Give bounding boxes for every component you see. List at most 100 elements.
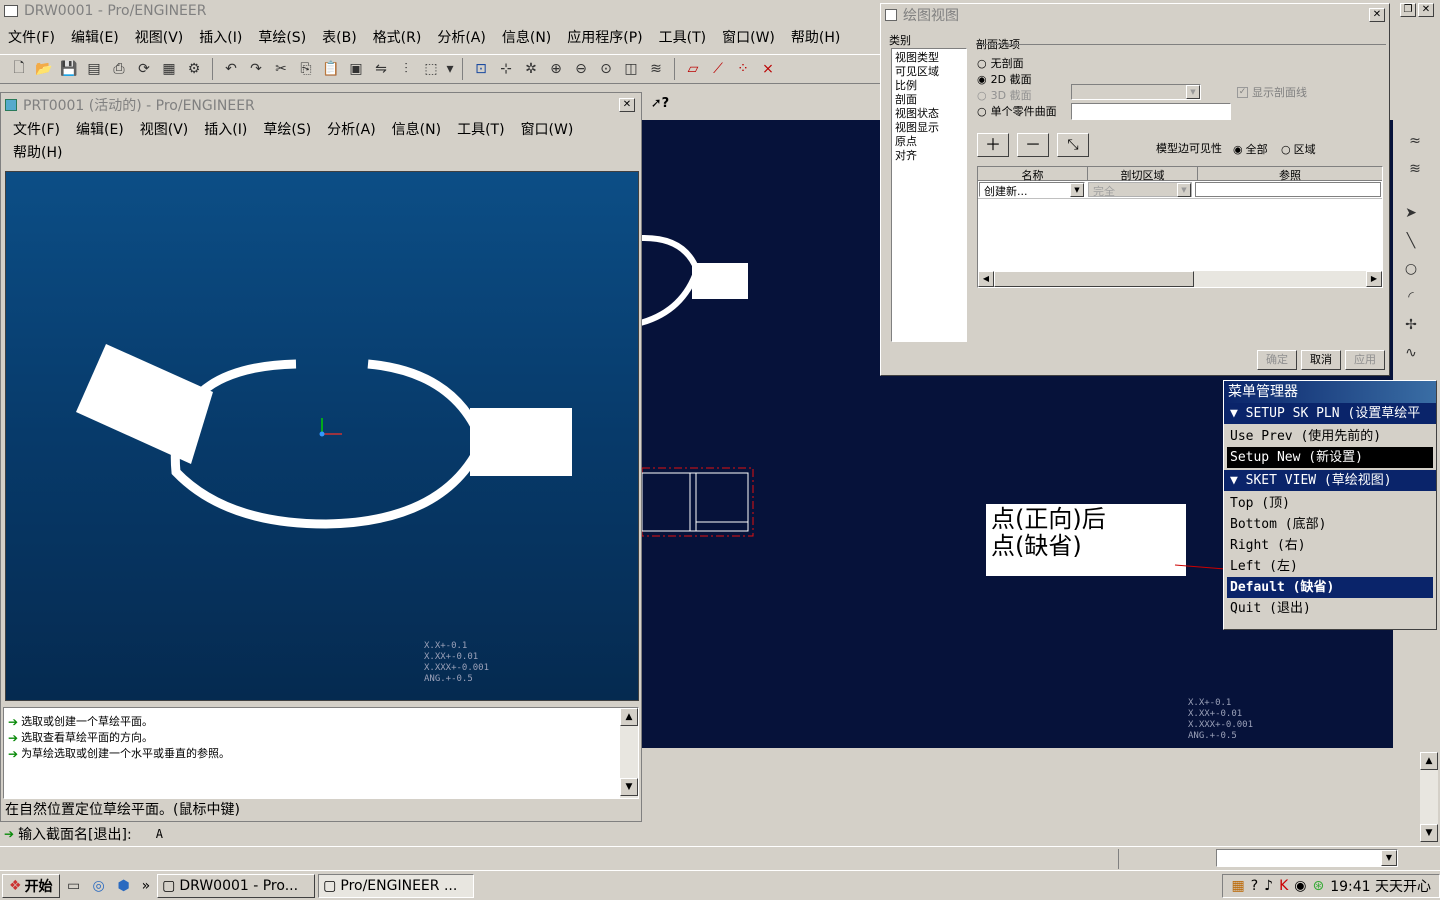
radio-no-section[interactable]: ○ 无剖面 <box>977 55 1024 71</box>
flip-section-button[interactable]: ⤡ <box>1057 133 1089 157</box>
part-close-icon[interactable]: ✕ <box>619 98 635 112</box>
circle-tool-icon[interactable]: ○ <box>1400 258 1422 280</box>
cancel-button[interactable]: 取消 <box>1301 350 1341 370</box>
part-menu-item-4[interactable]: 草绘(S) <box>255 119 319 139</box>
category-item[interactable]: 剖面 <box>895 93 963 107</box>
remove-section-button[interactable]: － <box>1017 133 1049 157</box>
antivirus-icon[interactable]: K <box>1279 878 1288 894</box>
part-viewport[interactable]: X.X+-0.1 X.XX+-0.01 X.XXX+-0.001 ANG.+-0… <box>5 171 639 701</box>
scroll-up-icon[interactable]: ▲ <box>1420 752 1438 770</box>
print-icon[interactable]: ⎙ <box>108 58 130 80</box>
menu-item-use-prev[interactable]: Use Prev (使用先前的) <box>1224 426 1436 447</box>
menu-item-default[interactable]: Default (缺省) <box>1227 577 1433 598</box>
sketch-tool-icon-2[interactable]: ≋ <box>1404 158 1426 180</box>
category-item[interactable]: 原点 <box>895 135 963 149</box>
msg-scroll-up-icon[interactable]: ▲ <box>620 708 638 726</box>
radio-vis-area[interactable]: ○ 区域 <box>1281 141 1316 157</box>
datum-point-icon[interactable]: ⁘ <box>732 58 754 80</box>
menu-item-bottom[interactable]: Bottom (底部) <box>1224 514 1436 535</box>
context-help-button[interactable]: ➚? <box>646 90 674 116</box>
menu-item-top[interactable]: Top (顶) <box>1224 493 1436 514</box>
filter-dropdown-arrow-icon[interactable]: ▼ <box>1381 850 1397 866</box>
copy-icon[interactable]: ⎘ <box>295 58 317 80</box>
category-item[interactable]: 比例 <box>895 79 963 93</box>
part-menu-item-3[interactable]: 插入(I) <box>196 119 255 139</box>
part-menu-item-0[interactable]: 文件(F) <box>5 119 68 139</box>
spline-tool-icon[interactable]: ∿ <box>1400 342 1422 364</box>
row-name-arrow-icon[interactable]: ▼ <box>1070 183 1084 197</box>
select-dropdown-icon[interactable]: ▾ <box>445 58 455 80</box>
zoom-in-icon[interactable]: ⊕ <box>545 58 567 80</box>
line-tool-icon[interactable]: ╲ <box>1400 230 1422 252</box>
part-menu-item-2[interactable]: 视图(V) <box>132 119 197 139</box>
main-menu-item-5[interactable]: 表(B) <box>314 27 365 47</box>
save-icon[interactable]: 💾 <box>58 58 80 80</box>
main-menu-item-12[interactable]: 帮助(H) <box>783 27 848 47</box>
point-tool-icon[interactable]: ✢ <box>1400 314 1422 336</box>
filter-dropdown[interactable]: ▼ <box>1216 849 1398 867</box>
menu-group-setup-sk-pln[interactable]: ▼ SETUP SK PLN (设置草绘平 <box>1224 403 1436 424</box>
help-tray-icon[interactable]: ? <box>1251 878 1258 894</box>
paste-icon[interactable]: 📋 <box>320 58 342 80</box>
redo-icon[interactable]: ↷ <box>245 58 267 80</box>
settings-icon[interactable]: ⚙ <box>183 58 205 80</box>
new-file-icon[interactable]: 🗋 <box>8 58 30 80</box>
menu-item-setup-new[interactable]: Setup New (新设置) <box>1227 447 1433 468</box>
volume-icon[interactable]: ♪ <box>1264 878 1273 894</box>
quicklaunch-chevron[interactable]: » <box>138 878 155 894</box>
section-name-input[interactable]: A <box>156 827 163 841</box>
part-menu2-item-0[interactable]: 帮助(H) <box>5 142 70 162</box>
main-menu-item-8[interactable]: 信息(N) <box>494 27 559 47</box>
start-button[interactable]: ❖ 开始 <box>2 873 60 898</box>
show-desktop-icon[interactable]: ▭ <box>63 875 85 897</box>
model-tree-icon[interactable]: ▦ <box>158 58 180 80</box>
spin-icon[interactable]: ✲ <box>520 58 542 80</box>
zoom-out-icon[interactable]: ⊖ <box>570 58 592 80</box>
part-menu-item-5[interactable]: 分析(A) <box>319 119 384 139</box>
datum-axis-icon[interactable]: ⟋ <box>707 58 729 80</box>
part-menu-item-1[interactable]: 编辑(E) <box>68 119 132 139</box>
part-menu-item-8[interactable]: 窗口(W) <box>513 119 582 139</box>
radio-single-surface[interactable]: ○ 单个零件曲面 <box>977 103 1057 119</box>
radio-2d-section[interactable]: ◉ 2D 截面 <box>977 71 1032 87</box>
restore-icon[interactable]: ❐ <box>1400 3 1416 17</box>
message-scrollbar[interactable]: ▲ ▼ <box>620 708 638 798</box>
refit-icon[interactable]: ⊙ <box>595 58 617 80</box>
category-item[interactable]: 视图显示 <box>895 121 963 135</box>
task-drw0001[interactable]: ▢ DRW0001 - Pro... <box>157 873 316 898</box>
undo-icon[interactable]: ↶ <box>220 58 242 80</box>
category-item[interactable]: 视图状态 <box>895 107 963 121</box>
datum-plane-icon[interactable]: ▱ <box>682 58 704 80</box>
language-icon[interactable]: ▦ <box>1231 878 1244 894</box>
open-file-icon[interactable]: 📂 <box>33 58 55 80</box>
part-menu-item-7[interactable]: 工具(T) <box>449 119 512 139</box>
menu-item-right[interactable]: Right (右) <box>1224 535 1436 556</box>
category-item[interactable]: 视图类型 <box>895 51 963 65</box>
regenerate-icon[interactable]: ⟳ <box>133 58 155 80</box>
main-menu-item-11[interactable]: 窗口(W) <box>714 27 783 47</box>
repaint-icon[interactable]: ⊡ <box>470 58 492 80</box>
scroll-thumb[interactable] <box>994 271 1194 287</box>
scroll-left-icon[interactable]: ◀ <box>978 271 994 287</box>
menu-item-quit[interactable]: Quit (退出) <box>1224 598 1436 619</box>
main-menu-item-0[interactable]: 文件(F) <box>0 27 63 47</box>
main-menu-item-4[interactable]: 草绘(S) <box>250 27 314 47</box>
sketch-tool-icon-1[interactable]: ≈ <box>1404 130 1426 152</box>
msg-scroll-down-icon[interactable]: ▼ <box>620 778 638 796</box>
paste-special-icon[interactable]: ▣ <box>345 58 367 80</box>
main-menu-item-2[interactable]: 视图(V) <box>127 27 192 47</box>
main-menu-item-9[interactable]: 应用程序(P) <box>559 27 650 47</box>
row-name-dropdown[interactable]: 创建新... ▼ <box>979 182 1085 198</box>
scroll-right-icon[interactable]: ▶ <box>1366 271 1382 287</box>
radio-vis-all[interactable]: ◉ 全部 <box>1233 141 1268 157</box>
select-arrow-icon[interactable]: ➤ <box>1400 202 1422 224</box>
menu-group-sket-view[interactable]: ▼ SKET VIEW (草绘视图) <box>1224 470 1436 491</box>
datum-icon[interactable]: ⊹ <box>495 58 517 80</box>
cut-icon[interactable]: ✂ <box>270 58 292 80</box>
main-menu-item-6[interactable]: 格式(R) <box>365 27 430 47</box>
chat-icon[interactable]: ◎ <box>88 875 110 897</box>
tray-app2-icon[interactable]: ⊛ <box>1312 878 1324 894</box>
save-copy-icon[interactable]: ▤ <box>83 58 105 80</box>
network-icon[interactable]: ⬢ <box>113 875 135 897</box>
table-hscrollbar[interactable]: ◀ ▶ <box>978 271 1382 287</box>
